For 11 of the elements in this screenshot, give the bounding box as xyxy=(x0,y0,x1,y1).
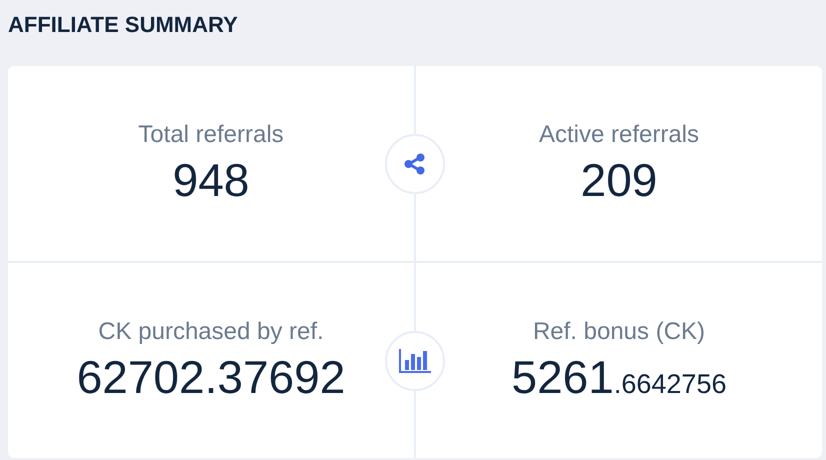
stat-value: 948 xyxy=(172,152,250,206)
stat-label: Ref. bonus (CK) xyxy=(532,318,706,346)
stat-label: Active referrals xyxy=(538,120,700,148)
section-title: AFFILIATE SUMMARY xyxy=(8,11,239,39)
stat-label: Total referrals xyxy=(138,120,284,148)
stat-label: CK purchased by ref. xyxy=(98,318,324,346)
share-icon xyxy=(403,152,427,176)
stat-value: 209 xyxy=(580,152,658,206)
stat-value: 5261.6642756 xyxy=(512,350,726,404)
stat-value: 62702.37692 xyxy=(76,350,346,404)
bar-chart-icon xyxy=(398,348,432,374)
